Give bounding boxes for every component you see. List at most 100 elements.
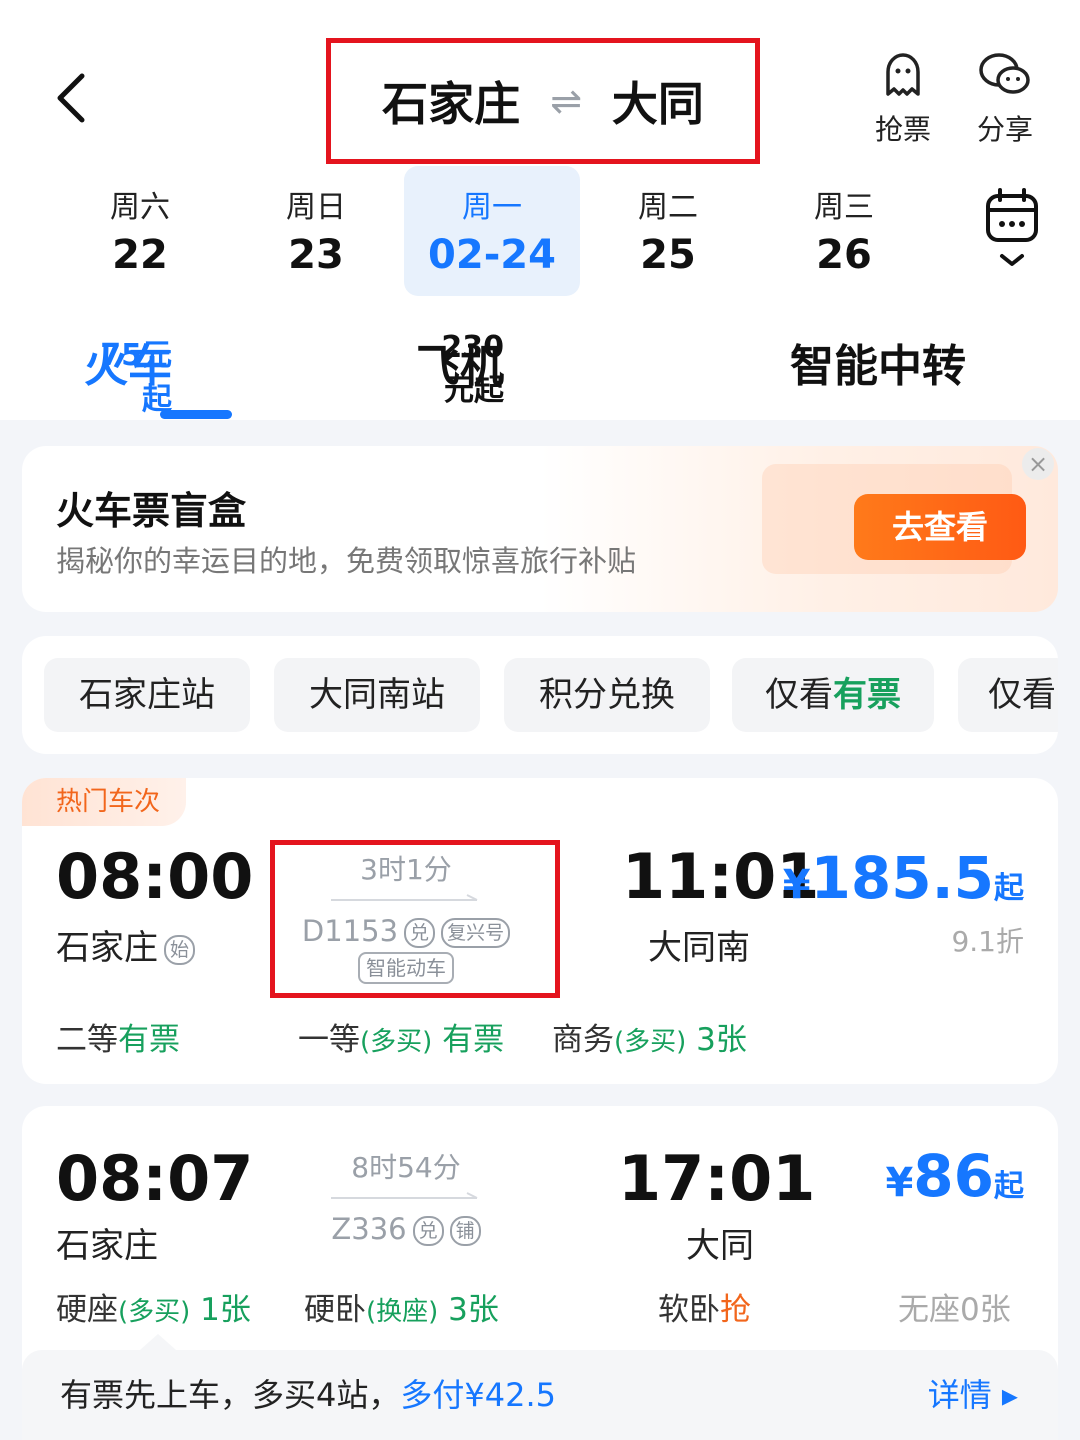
date-weekday: 周一 [462, 190, 522, 225]
date-item-selected[interactable]: 周一 02-24 [404, 166, 580, 296]
date-item[interactable]: 周六 22 [52, 166, 228, 296]
ticket-price: ¥86起 [885, 1142, 1024, 1210]
details-link[interactable]: 详情 ▸ [928, 1370, 1018, 1416]
seat-business-class: 商务(多买) 3张 [552, 1014, 747, 1059]
tab-flight[interactable]: 飞机 230元起 [416, 330, 504, 408]
seat-status: 1张 [200, 1292, 251, 1328]
duration: 8时54分 [351, 1151, 461, 1184]
to-city[interactable]: 大同 [612, 68, 704, 134]
tab-flight-price: 230元起 [441, 330, 504, 408]
ticket-price: ¥185.5起 [783, 844, 1024, 912]
filter-chip-available-only[interactable]: 仅看有票 [732, 658, 934, 732]
seat-status: 抢 [720, 1292, 751, 1328]
arrival-station: 大同南 [648, 928, 750, 968]
redeem-badge: 兑 [412, 1216, 444, 1246]
filter-chip-departure-station[interactable]: 石家庄站 [44, 658, 250, 732]
date-day: 22 [112, 232, 168, 278]
origin-badge: 始 [164, 934, 196, 965]
extend-route-label: 有票先上车，多买4站， [60, 1376, 401, 1414]
calendar-icon[interactable] [982, 186, 1042, 276]
filter-chip-more[interactable]: 仅看 [958, 658, 1058, 732]
departure-station: 石家庄 [56, 1226, 158, 1266]
banner-title: 火车票盲盒 [56, 489, 247, 533]
mode-tabs: 火车 75元起 飞机 230元起 智能中转 [0, 330, 1080, 420]
seat-status: 3张 [448, 1292, 499, 1328]
price-amount: 86 [913, 1142, 994, 1210]
swap-icon[interactable]: ⇌ [550, 79, 582, 123]
date-day: 23 [288, 232, 344, 278]
price-suffix: 起 [994, 1169, 1024, 1204]
seat-name: 一等 [298, 1022, 360, 1058]
currency-symbol: ¥ [782, 862, 811, 908]
banner-view-button[interactable]: 去查看 [854, 494, 1026, 560]
share-label: 分享 [976, 113, 1033, 146]
seat-note: (多买) [614, 1027, 687, 1057]
seat-note: (多买) [118, 1297, 191, 1327]
seat-first-class: 一等(多买) 有票 [298, 1014, 504, 1059]
train-info: 8时54分 Z336 兑铺 [276, 1146, 536, 1246]
departure-station: 石家庄始 [56, 920, 196, 969]
departure-time: 08:00 [56, 840, 254, 913]
date-day: 02-24 [428, 232, 556, 278]
date-item[interactable]: 周二 25 [580, 166, 756, 296]
currency-symbol: ¥ [885, 1160, 914, 1206]
grab-ticket-button[interactable]: 抢票 [858, 50, 948, 148]
seat-name: 硬座 [56, 1292, 118, 1328]
seat-no-seat: 无座0张 [898, 1284, 1011, 1329]
date-item[interactable]: 周日 23 [228, 166, 404, 296]
tab-active-indicator [160, 410, 232, 419]
grab-ticket-label: 抢票 [874, 113, 931, 146]
arrow-icon [331, 1192, 478, 1199]
seat-name: 无座 [898, 1292, 960, 1328]
seat-soft-sleeper: 软卧抢 [658, 1284, 751, 1329]
filter-chip-arrival-station[interactable]: 大同南站 [274, 658, 480, 732]
arrival-station: 大同 [686, 1226, 754, 1266]
price-suffix: 起 [994, 871, 1024, 906]
filter-chip-highlight: 有票 [833, 675, 901, 715]
tab-transfer-label: 智能中转 [790, 341, 966, 392]
extend-route-extra: 多付¥42.5 [400, 1376, 556, 1414]
from-city[interactable]: 石家庄 [382, 68, 520, 134]
tab-train-price: 75元起 [100, 338, 172, 417]
date-strip-fade [870, 176, 950, 276]
hot-train-tag: 热门车次 [22, 778, 186, 826]
seat-note: (多买) [360, 1027, 433, 1057]
tab-train[interactable]: 火车 75元起 [84, 330, 172, 417]
top-panel: 石家庄 ⇌ 大同 抢票 分享 周六 22 周日 23 周一 02-24 周二 2… [0, 0, 1080, 420]
seat-note: (换座) [366, 1297, 439, 1327]
arrival-time: 17:01 [618, 1142, 816, 1215]
seat-second-class: 二等有票 [56, 1014, 180, 1059]
departure-station-name: 石家庄 [56, 928, 158, 968]
bottom-bar-pointer [140, 1334, 176, 1350]
blind-box-banner[interactable]: 火车票盲盒 揭秘你的幸运目的地，免费领取惊喜旅行补贴 去查看 × [22, 446, 1058, 612]
tab-transfer[interactable]: 智能中转 [790, 330, 966, 394]
seat-status: 有票 [442, 1022, 505, 1058]
date-day: 25 [640, 232, 696, 278]
discount: 9.1折 [951, 925, 1024, 958]
extend-route-text: 有票先上车，多买4站，多付¥42.5 [60, 1370, 556, 1416]
banner-subtitle: 揭秘你的幸运目的地，免费领取惊喜旅行补贴 [56, 544, 637, 578]
banner-close-icon[interactable]: × [1022, 448, 1054, 480]
seat-name: 软卧 [658, 1292, 720, 1328]
seat-status: 0张 [960, 1292, 1011, 1328]
filter-chip-points[interactable]: 积分兑换 [504, 658, 710, 732]
route-selector[interactable]: 石家庄 ⇌ 大同 [326, 38, 760, 164]
seat-name: 硬卧 [304, 1292, 366, 1328]
seat-hard-sleeper: 硬卧(换座) 3张 [304, 1284, 499, 1329]
annotation-highlight-box [270, 840, 560, 998]
date-weekday: 周日 [286, 190, 346, 225]
price-amount: 185.5 [810, 844, 994, 912]
train-number: Z336 [331, 1212, 407, 1246]
seat-hard-seat: 硬座(多买) 1张 [56, 1284, 251, 1329]
extend-route-bar[interactable]: 有票先上车，多买4站，多付¥42.5 详情 ▸ [22, 1350, 1058, 1440]
berth-badge: 铺 [449, 1216, 481, 1246]
departure-time: 08:07 [56, 1142, 254, 1215]
ghost-icon [886, 53, 920, 96]
back-arrow-icon[interactable] [50, 70, 94, 126]
date-weekday: 周六 [110, 190, 170, 225]
filter-chip-label: 仅看 [765, 675, 833, 715]
wechat-icon [979, 53, 1030, 94]
train-number-row: Z336 兑铺 [276, 1212, 536, 1246]
date-weekday: 周二 [638, 190, 698, 225]
share-button[interactable]: 分享 [960, 50, 1050, 148]
